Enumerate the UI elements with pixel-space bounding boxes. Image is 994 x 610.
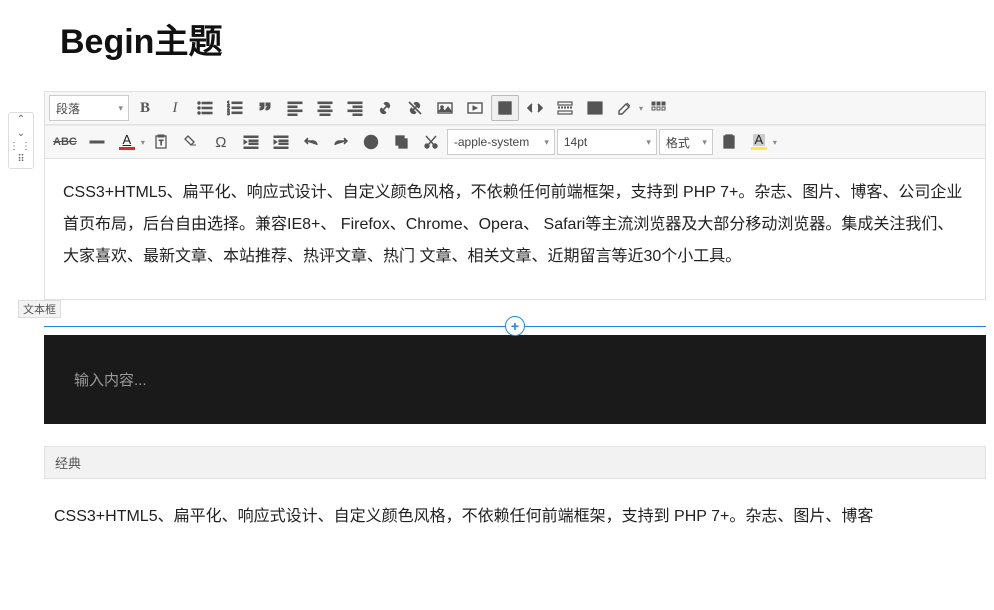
insert-more-button[interactable] (551, 95, 579, 121)
editor-content[interactable]: CSS3+HTML5、扁平化、响应式设计、自定义颜色风格，不依赖任何前端框架，支… (45, 159, 985, 299)
special-char-button[interactable]: Ω (207, 129, 235, 155)
background-color-caret-icon[interactable]: ▾ (773, 138, 777, 147)
hr-button[interactable] (83, 129, 111, 155)
insert-media-button[interactable] (431, 95, 459, 121)
svg-text:3: 3 (227, 111, 230, 116)
link-button[interactable] (371, 95, 399, 121)
text-color-caret-icon[interactable]: ▾ (141, 138, 145, 147)
paste-button[interactable] (715, 129, 743, 155)
classic-block-header[interactable]: 经典 (44, 446, 986, 479)
help-button[interactable] (357, 129, 385, 155)
page-title: Begin主题 (60, 14, 994, 63)
drag-dots-icon[interactable]: ⋮⋮ (9, 141, 33, 154)
drag-handle-icon[interactable]: ⠿ (17, 154, 24, 168)
dark-content-block[interactable]: 输入内容... (44, 335, 986, 424)
move-down-icon[interactable]: ⌄ (17, 127, 25, 141)
align-left-button[interactable] (281, 95, 309, 121)
redo-button[interactable] (327, 129, 355, 155)
toolbar-row-1: 段落 B I 123 ▾ (45, 92, 985, 125)
cut-button[interactable] (417, 129, 445, 155)
svg-text:T: T (159, 140, 164, 147)
block-inserter-line: + (44, 326, 986, 327)
fullscreen-button[interactable] (491, 95, 519, 121)
strikethrough-button[interactable]: ABC (49, 129, 81, 155)
background-color-button[interactable]: A (745, 129, 773, 155)
undo-button[interactable] (297, 129, 325, 155)
align-center-button[interactable] (311, 95, 339, 121)
dark-block-placeholder: 输入内容... (74, 372, 147, 389)
number-list-button[interactable]: 123 (221, 95, 249, 121)
text-color-button[interactable]: A (113, 129, 141, 155)
insert-video-button[interactable] (461, 95, 489, 121)
move-up-icon[interactable]: ⌃ (17, 113, 25, 127)
indent-button[interactable] (267, 129, 295, 155)
classic-editor-block: 经典 CSS3+HTML5、扁平化、响应式设计、自定义颜色风格，不依赖任何前端框… (44, 446, 986, 533)
italic-button[interactable]: I (161, 95, 189, 121)
unlink-button[interactable] (401, 95, 429, 121)
outdent-button[interactable] (237, 129, 265, 155)
classic-block-content[interactable]: CSS3+HTML5、扁平化、响应式设计、自定义颜色风格，不依赖任何前端框架，支… (44, 479, 986, 533)
bullet-list-button[interactable] (191, 95, 219, 121)
add-block-button[interactable]: + (505, 316, 525, 336)
blockquote-button[interactable] (251, 95, 279, 121)
block-type-label: 文本框 (18, 300, 61, 318)
style-select[interactable]: 格式 (659, 129, 713, 155)
align-right-button[interactable] (341, 95, 369, 121)
code-button[interactable] (521, 95, 549, 121)
block-move-handle[interactable]: ⌃ ⌄ ⋮⋮ ⠿ (8, 112, 34, 169)
toolbar-row-2: ABC A ▾ T Ω -apple-system 14pt 格式 A ▾ (45, 125, 985, 159)
font-family-select[interactable]: -apple-system (447, 129, 555, 155)
font-size-select[interactable]: 14pt (557, 129, 657, 155)
bold-button[interactable]: B (131, 95, 159, 121)
copy-button[interactable] (387, 129, 415, 155)
clear-formatting-button[interactable] (177, 129, 205, 155)
dropdown-caret-icon[interactable]: ▾ (639, 104, 643, 113)
editor-frame: 段落 B I 123 ▾ ABC A ▾ T Ω (44, 91, 986, 300)
toolbar-toggle-button[interactable] (645, 95, 673, 121)
format-select[interactable]: 段落 (49, 95, 129, 121)
edit-button[interactable] (611, 95, 639, 121)
table-button[interactable] (581, 95, 609, 121)
paste-text-button[interactable]: T (147, 129, 175, 155)
